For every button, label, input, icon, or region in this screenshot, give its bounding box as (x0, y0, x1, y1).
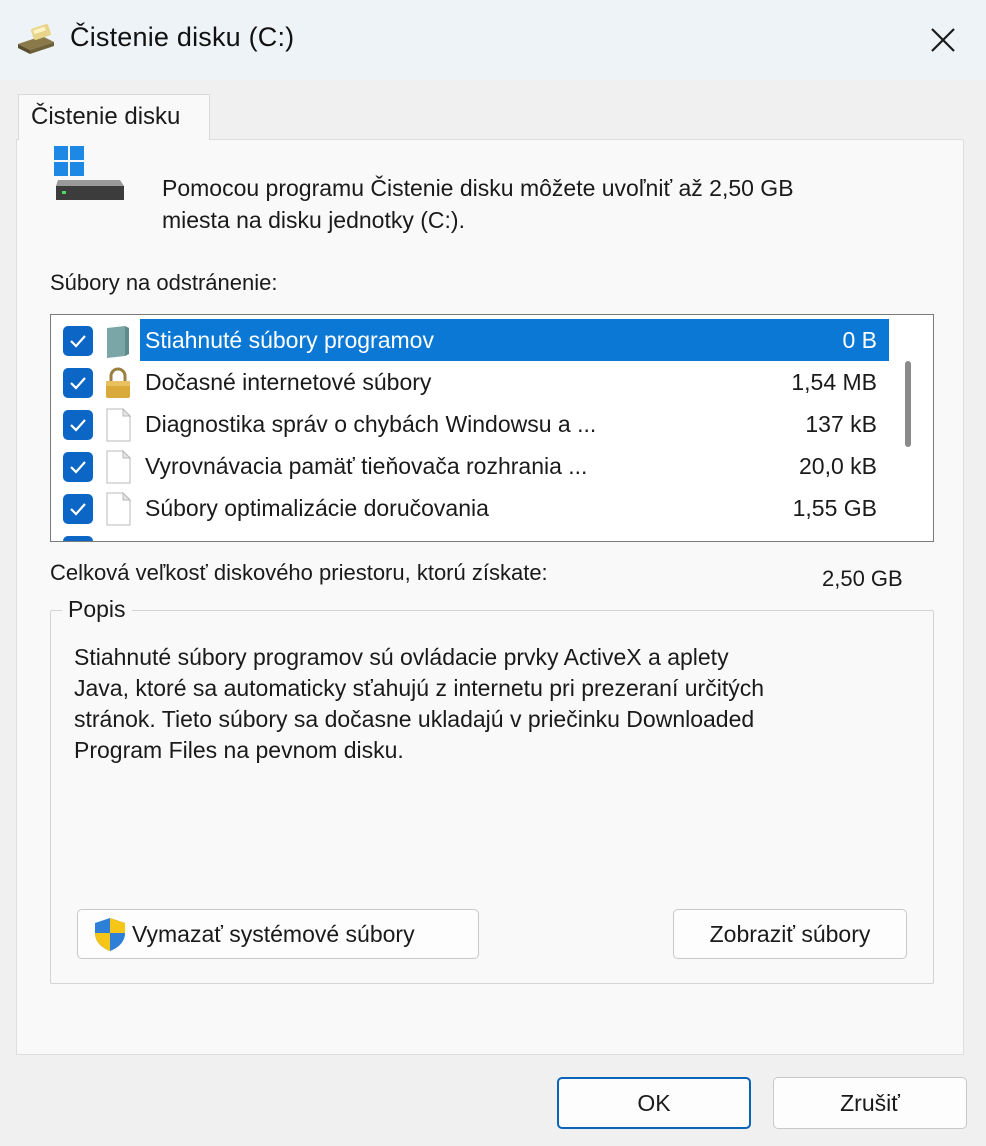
description-line: Stiahnuté súbory programov sú ovládacie … (74, 644, 729, 670)
description-line: stránok. Tieto súbory sa dočasne ukladaj… (74, 706, 755, 732)
checkbox[interactable] (63, 452, 93, 482)
intro-line-2: miesta na disku jednotky (C:). (162, 207, 465, 233)
cancel-button[interactable]: Zrušiť (773, 1077, 967, 1129)
list-item-partial[interactable] (51, 529, 933, 541)
tab-label: Čistenie disku (31, 103, 181, 130)
file-icon (106, 492, 132, 526)
checkbox[interactable] (63, 410, 93, 440)
checkmark-icon (70, 503, 86, 516)
files-list[interactable]: Stiahnuté súbory programov 0 B Dočasné i… (50, 314, 934, 542)
file-category-size: 1,54 MB (791, 369, 877, 395)
file-category-name: Vyrovnávacia pamäť tieňovača rozhrania .… (145, 453, 588, 479)
folder-icon (107, 326, 129, 358)
file-category-size: 20,0 kB (799, 453, 877, 479)
clean-system-files-label: Vymazať systémové súbory (132, 920, 415, 947)
tab-disk-cleanup[interactable]: Čistenie disku (18, 94, 210, 140)
description-line: Program Files na pevnom disku. (74, 737, 404, 763)
list-item[interactable]: Dočasné internetové súbory 1,54 MB (51, 361, 933, 403)
file-category-size: 0 B (842, 327, 877, 353)
window-title: Čistenie disku (C:) (70, 22, 295, 52)
list-item[interactable]: Diagnostika správ o chybách Windowsu a .… (51, 403, 933, 445)
total-space-label: Celková veľkosť diskového priestoru, kto… (50, 560, 548, 585)
checkmark-icon (70, 377, 86, 390)
view-files-button[interactable]: Zobraziť súbory (673, 909, 907, 959)
ok-button[interactable]: OK (557, 1077, 751, 1129)
file-category-name: Diagnostika správ o chybách Windowsu a .… (145, 411, 597, 437)
checkbox[interactable] (63, 536, 93, 541)
file-category-size: 1,55 GB (792, 495, 877, 521)
drive-icon (54, 146, 124, 200)
disk-cleanup-app-icon (18, 24, 54, 54)
file-category-size: 137 kB (805, 411, 877, 437)
intro-text: Pomocou programu Čistenie disku môžete u… (162, 172, 922, 236)
uac-shield-icon (95, 918, 125, 951)
description-text: Stiahnuté súbory programov sú ovládacie … (74, 642, 894, 766)
close-button[interactable] (920, 18, 966, 62)
checkmark-icon (70, 461, 86, 474)
files-to-delete-label: Súbory na odstránenie: (50, 270, 278, 295)
file-icon (106, 450, 132, 484)
list-item[interactable]: Vyrovnávacia pamäť tieňovača rozhrania .… (51, 445, 933, 487)
list-item[interactable]: Súbory optimalizácie doručovania 1,55 GB (51, 487, 933, 529)
description-legend: Popis (62, 596, 132, 623)
checkbox[interactable] (63, 368, 93, 398)
checkbox[interactable] (63, 326, 93, 356)
file-category-name: Dočasné internetové súbory (145, 369, 432, 395)
list-item[interactable]: Stiahnuté súbory programov 0 B (51, 319, 933, 361)
file-category-name: Súbory optimalizácie doručovania (145, 495, 489, 521)
disk-cleanup-window: Čistenie disku (C:) Čistenie disku Pomoc… (0, 0, 986, 1146)
scrollbar-thumb[interactable] (905, 361, 911, 447)
close-icon (931, 28, 955, 52)
file-icon (106, 408, 132, 442)
total-space-value: 2,50 GB (822, 566, 903, 591)
lock-icon (106, 367, 130, 398)
intro-line-1: Pomocou programu Čistenie disku môžete u… (162, 175, 794, 201)
description-line: Java, ktoré sa automaticky sťahujú z int… (74, 675, 764, 701)
checkmark-icon (70, 419, 86, 432)
checkbox[interactable] (63, 494, 93, 524)
title-bar: Čistenie disku (C:) (0, 0, 986, 80)
file-category-name: Stiahnuté súbory programov (145, 327, 434, 353)
checkmark-icon (70, 335, 86, 348)
clean-system-files-button[interactable]: Vymazať systémové súbory (77, 909, 479, 959)
